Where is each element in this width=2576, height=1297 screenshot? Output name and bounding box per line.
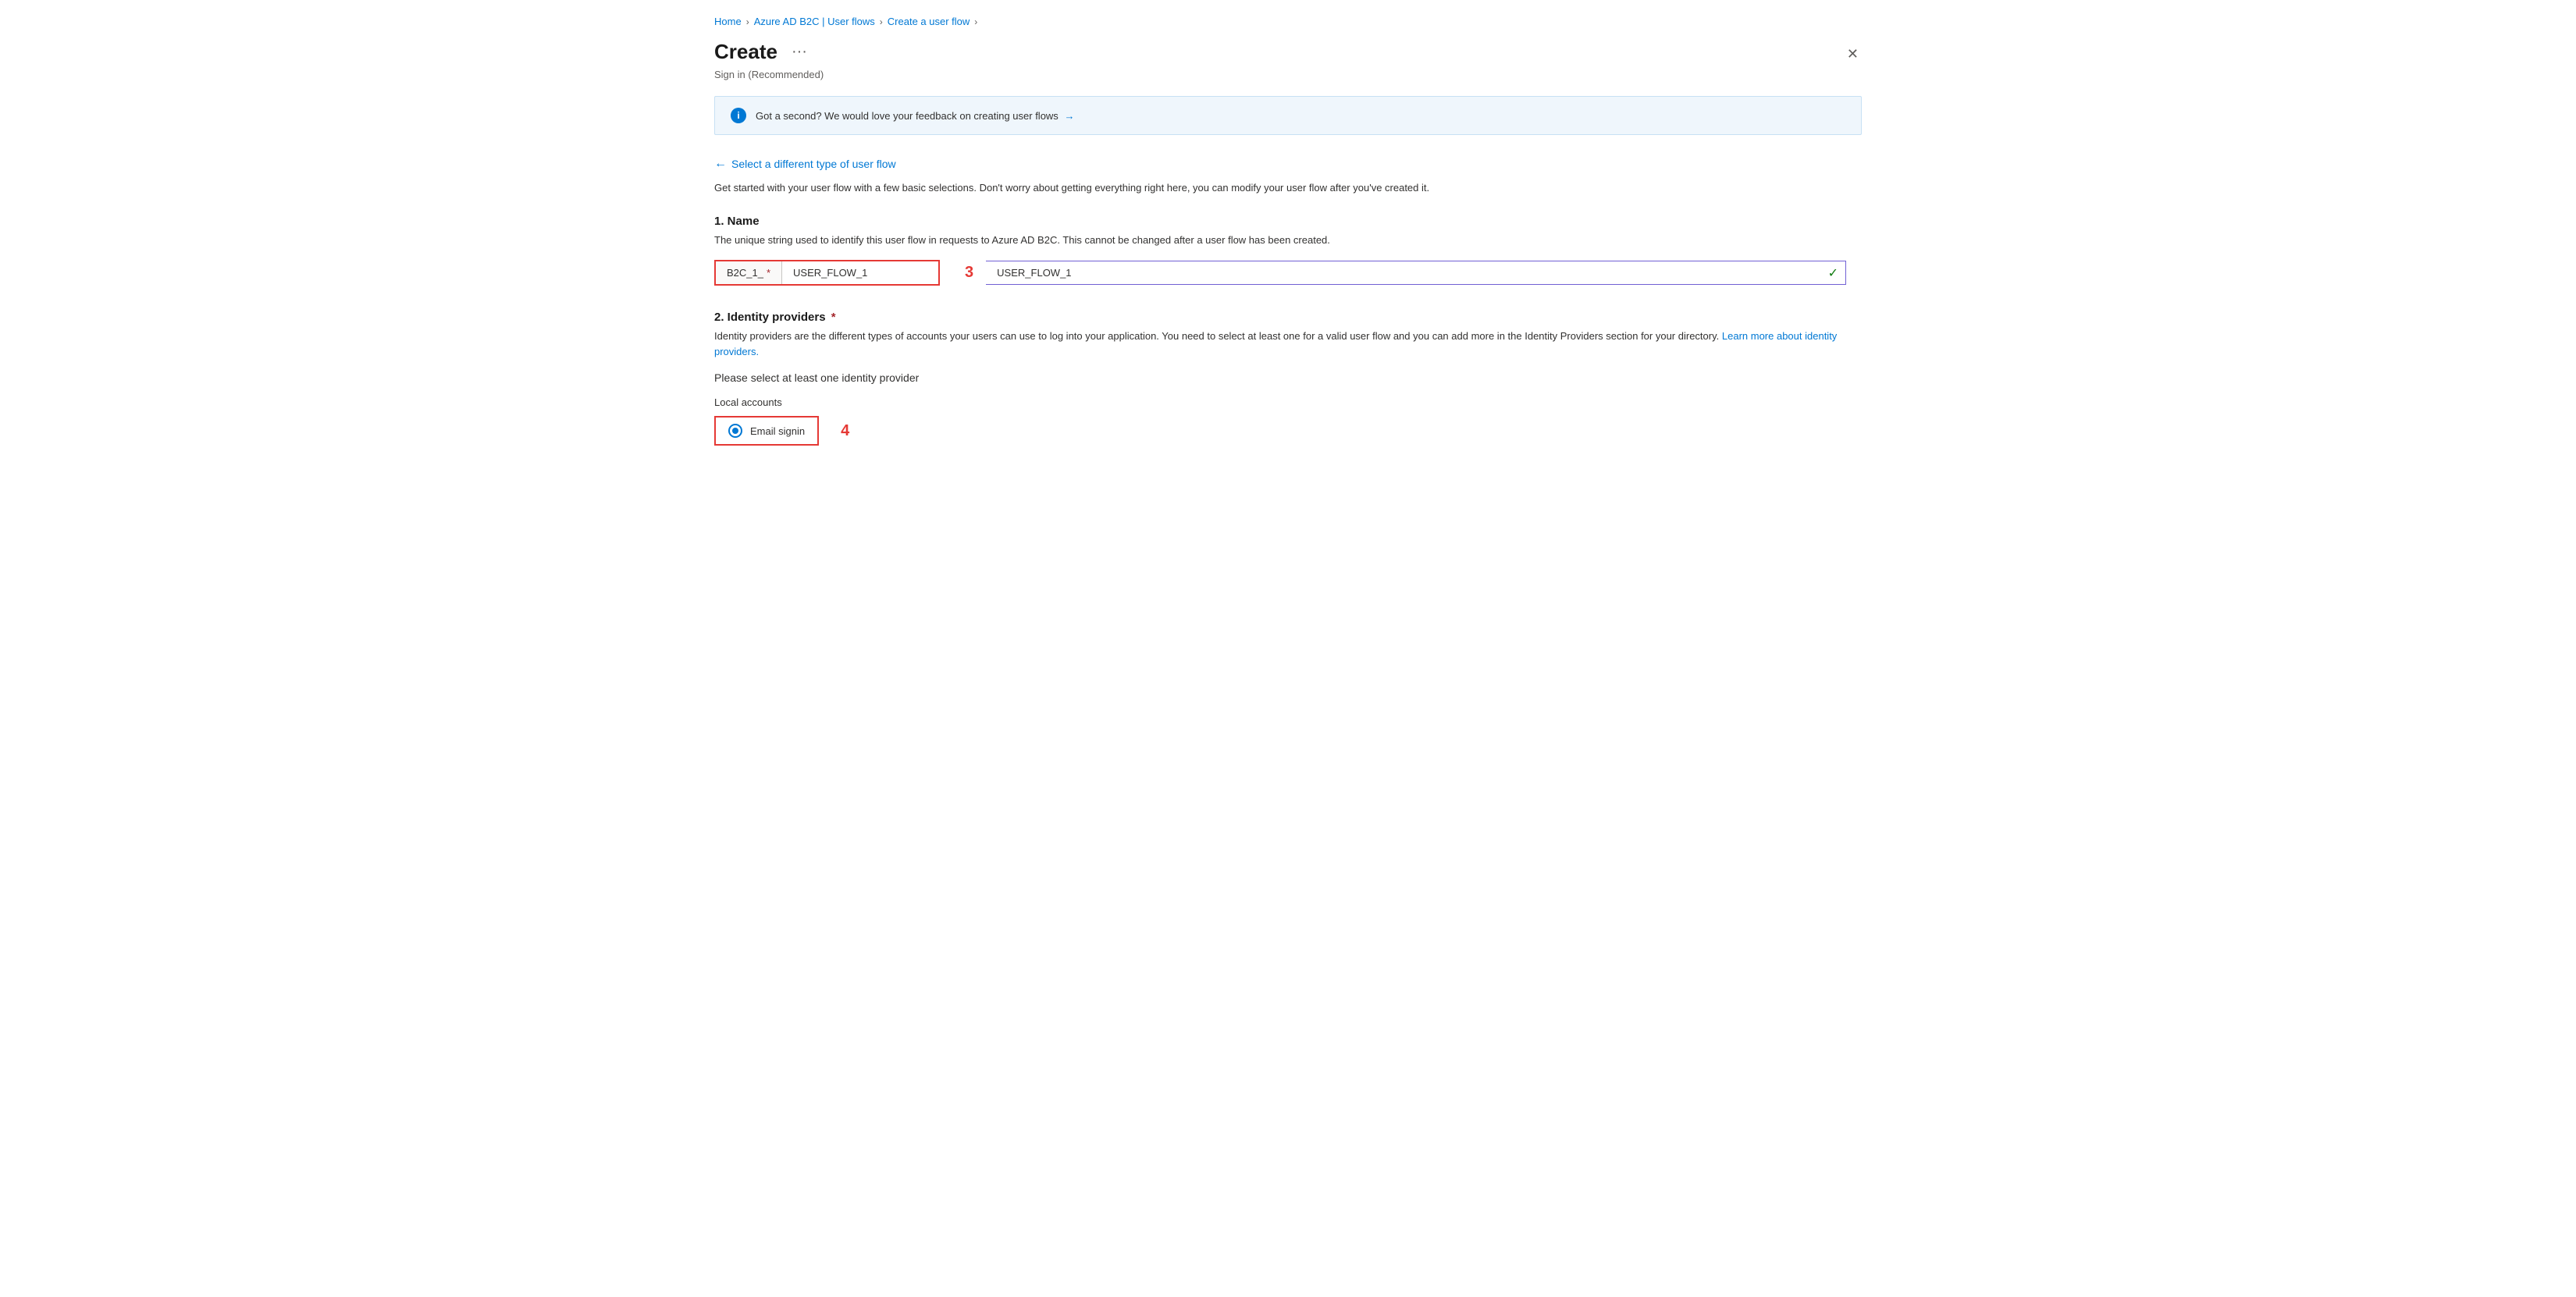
- name-prefix-cell: B2C_1_ *: [716, 261, 782, 284]
- annotation-3: 3: [965, 264, 973, 282]
- annotation-4: 4: [841, 422, 849, 440]
- section-name-desc: The unique string used to identify this …: [714, 233, 1862, 248]
- identity-required-asterisk: *: [831, 311, 836, 324]
- info-banner-link[interactable]: →: [1064, 110, 1074, 122]
- ellipsis-button[interactable]: ···: [787, 41, 812, 62]
- name-prefix-input-group: B2C_1_ *: [714, 260, 940, 286]
- select-link-arrow-icon: ←: [714, 157, 727, 171]
- email-signin-label: Email signin: [750, 425, 805, 437]
- breadcrumb: Home › Azure AD B2C | User flows › Creat…: [714, 16, 1862, 27]
- section-name: 1. Name The unique string used to identi…: [714, 215, 1862, 286]
- page-subtitle: Sign in (Recommended): [714, 69, 1862, 80]
- select-different-type-link[interactable]: ← Select a different type of user flow: [714, 157, 1862, 171]
- breadcrumb-azure-ad[interactable]: Azure AD B2C | User flows: [754, 16, 875, 27]
- breadcrumb-sep-1: ›: [746, 16, 749, 27]
- breadcrumb-sep-3: ›: [974, 16, 977, 27]
- name-check-icon: ✓: [1828, 265, 1838, 281]
- section-name-heading: 1. Name: [714, 215, 1862, 228]
- local-accounts-label: Local accounts: [714, 396, 1862, 408]
- select-link-label: Select a different type of user flow: [731, 158, 896, 170]
- identity-provider-radio-group: Email signin 4: [714, 416, 1862, 446]
- name-full-input-wrapper[interactable]: ✓: [986, 261, 1846, 285]
- info-banner-text: Got a second? We would love your feedbac…: [756, 110, 1074, 122]
- info-banner: i Got a second? We would love your feedb…: [714, 96, 1862, 135]
- section-identity-desc: Identity providers are the different typ…: [714, 329, 1862, 359]
- close-button[interactable]: ✕: [1844, 43, 1862, 66]
- breadcrumb-create-user-flow[interactable]: Create a user flow: [888, 16, 970, 27]
- page-title: Create: [714, 40, 777, 64]
- please-select-text: Please select at least one identity prov…: [714, 371, 1862, 384]
- section-identity: 2. Identity providers * Identity provide…: [714, 311, 1862, 446]
- email-signin-row: Email signin 4: [714, 416, 1862, 446]
- name-prefix-label: B2C_1_: [727, 267, 763, 279]
- email-signin-radio-outline[interactable]: Email signin: [714, 416, 819, 446]
- breadcrumb-sep-2: ›: [880, 16, 883, 27]
- name-short-input[interactable]: [782, 261, 938, 284]
- breadcrumb-home[interactable]: Home: [714, 16, 742, 27]
- name-short-input-cell[interactable]: [782, 261, 938, 284]
- name-required-asterisk: *: [767, 267, 770, 279]
- description-text: Get started with your user flow with a f…: [714, 180, 1862, 196]
- email-signin-radio-button[interactable]: [728, 424, 742, 438]
- name-full-input[interactable]: [986, 261, 1846, 285]
- info-icon: i: [731, 108, 746, 123]
- section-identity-heading: 2. Identity providers *: [714, 311, 1862, 324]
